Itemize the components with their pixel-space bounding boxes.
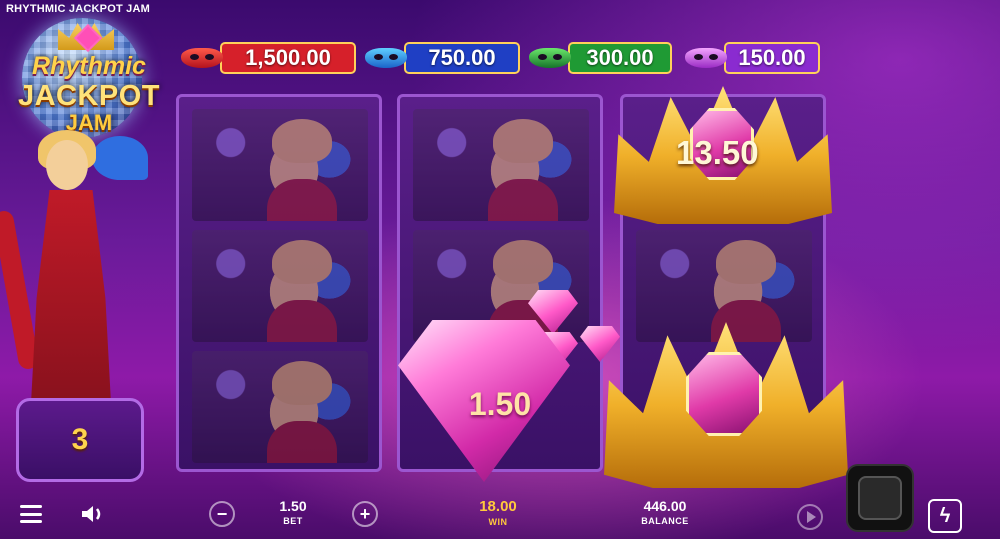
win-label: WIN — [488, 517, 508, 527]
sound-icon[interactable] — [80, 503, 106, 525]
jackpot-major-value: 750.00 — [404, 42, 520, 74]
logo-text-line1: Rhythmic — [32, 52, 146, 80]
game-title: RHYTHMIC JACKPOT JAM — [6, 3, 150, 15]
balance-value: 446.00 — [643, 498, 687, 514]
crown-gem-icon — [686, 352, 762, 436]
green-mask-icon — [524, 40, 576, 76]
win-display: 18.00 WIN — [470, 498, 526, 527]
balance-display: 446.00 BALANCE — [630, 498, 700, 526]
jackpot-grand-value: 1,500.00 — [220, 42, 356, 74]
diamond-value: 1.50 — [468, 386, 532, 422]
bet-display: 1.50 BET — [270, 498, 316, 526]
red-mask-icon — [176, 40, 228, 76]
crown-top-value: 13.50 — [676, 134, 759, 171]
balance-label: BALANCE — [641, 516, 689, 526]
fan-icon — [92, 136, 148, 180]
reel-symbol-lady — [192, 351, 368, 463]
turbo-button[interactable]: ϟ — [928, 499, 962, 533]
blue-mask-icon — [360, 40, 412, 76]
menu-icon[interactable] — [20, 505, 42, 523]
purple-mask-icon — [680, 40, 732, 76]
logo-text-line2: JACKPOT — [17, 80, 161, 112]
jackpot-minor-value: 300.00 — [568, 42, 672, 74]
decrease-bet-button[interactable]: − — [209, 501, 235, 527]
increase-bet-button[interactable]: + — [352, 501, 378, 527]
reel-symbol-lady — [192, 109, 368, 221]
game-logo: Rhythmic JACKPOT JAM — [14, 18, 164, 138]
jackpot-mini-value: 150.00 — [724, 42, 820, 74]
bet-value: 1.50 — [279, 498, 307, 514]
win-value: 18.00 — [479, 498, 517, 515]
autoplay-icon[interactable] — [797, 504, 823, 530]
spin-button[interactable] — [846, 464, 914, 532]
reel-1 — [176, 94, 382, 472]
free-spins-counter: 3 — [16, 398, 144, 482]
reel-symbol-lady — [636, 230, 812, 342]
reel-symbol-lady — [192, 230, 368, 342]
bet-label: BET — [283, 516, 303, 526]
reel-symbol-lady — [413, 109, 589, 221]
stop-icon — [858, 476, 902, 520]
